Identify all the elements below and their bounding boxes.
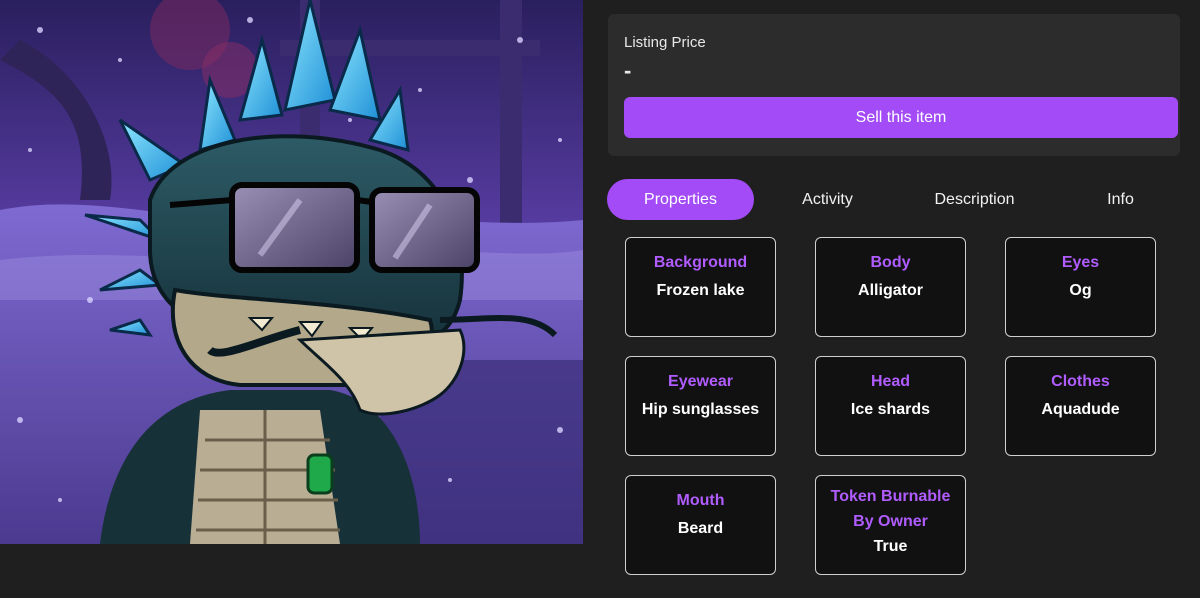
tab-activity[interactable]: Activity (754, 179, 901, 220)
property-value: Frozen lake (656, 282, 745, 299)
detail-tabs: Properties Activity Description Info (607, 179, 1193, 221)
property-value: Hip sunglasses (641, 401, 760, 418)
property-value: Og (1069, 282, 1092, 299)
tab-description[interactable]: Description (901, 179, 1048, 220)
tab-properties[interactable]: Properties (607, 179, 754, 220)
property-card: Eyewear Hip sunglasses (625, 356, 776, 456)
property-card: Token Burnable By Owner True (815, 475, 966, 575)
property-card: Body Alligator (815, 237, 966, 337)
property-card: Head Ice shards (815, 356, 966, 456)
property-trait: Body (870, 254, 911, 271)
property-trait: Eyes (1061, 254, 1100, 271)
property-trait: Head (870, 373, 911, 390)
property-card: Clothes Aquadude (1005, 356, 1156, 456)
property-value: Beard (677, 520, 724, 537)
nft-artwork-image (0, 0, 583, 544)
property-trait: Background (653, 254, 748, 271)
nft-artwork[interactable] (0, 0, 583, 544)
listing-price-card: Listing Price - Sell this item (608, 14, 1180, 156)
property-trait: Eyewear (668, 373, 733, 390)
property-trait: Token Burnable By Owner (830, 488, 951, 530)
panel-top-edge (606, 0, 1178, 8)
property-value: Ice shards (850, 401, 931, 418)
property-card: Eyes Og (1005, 237, 1156, 337)
property-trait: Mouth (676, 492, 725, 509)
property-card: Mouth Beard (625, 475, 776, 575)
listing-price-label: Listing Price (624, 34, 706, 51)
property-value: Alligator (858, 282, 923, 299)
tab-info[interactable]: Info (1047, 179, 1194, 220)
sell-item-button[interactable]: Sell this item (624, 97, 1178, 138)
property-value: True (873, 538, 908, 555)
property-value: Aquadude (1041, 401, 1120, 418)
property-trait: Clothes (1051, 373, 1110, 390)
listing-price-value: - (624, 58, 632, 83)
property-card: Background Frozen lake (625, 237, 776, 337)
